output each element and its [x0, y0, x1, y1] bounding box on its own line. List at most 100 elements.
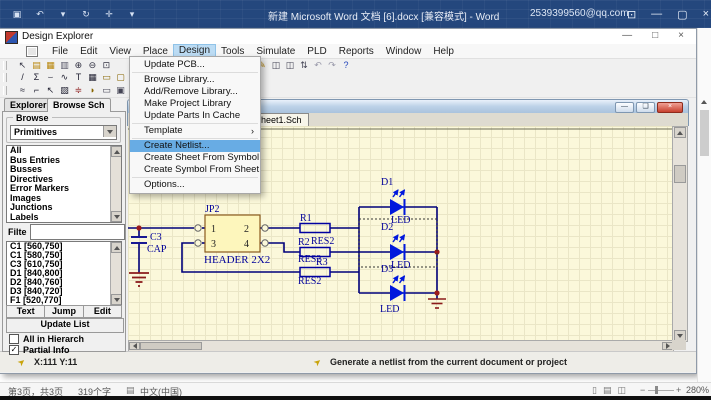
partial-info-checkbox[interactable]: ✓ Partial Info [9, 345, 70, 355]
menu-pld[interactable]: PLD [301, 45, 332, 58]
curve-tool-icon[interactable]: ∿ [57, 71, 71, 84]
ribbon-options-icon[interactable]: ⊡ [627, 8, 636, 21]
print-layout-icon[interactable]: ▤ [603, 385, 612, 396]
tab-explorer[interactable]: Explorer [4, 98, 53, 112]
rect-tool-icon[interactable]: ▭ [99, 71, 113, 84]
text-tool-icon[interactable]: T [71, 71, 85, 84]
jp2-ref-label[interactable]: JP2 [205, 204, 219, 215]
menu-item-template[interactable]: Template› [130, 125, 260, 137]
scroll-up-icon[interactable] [701, 100, 707, 104]
d2-type-label[interactable]: LED [391, 260, 410, 271]
pie-tool-icon[interactable]: ⌐ [29, 84, 43, 97]
maximize-icon[interactable]: □ [652, 30, 658, 41]
ground-tool-icon[interactable]: ≑ [71, 84, 85, 97]
zoom-level[interactable]: 280% [686, 385, 709, 395]
led-d3[interactable] [390, 276, 405, 301]
proofing-icon[interactable]: ▤ [126, 385, 135, 396]
ground-symbol-right[interactable] [428, 299, 446, 308]
menu-item-create-symbol-from-sheet[interactable]: Create Symbol From Sheet [130, 164, 260, 176]
undo-caret-icon[interactable]: ▾ [56, 8, 70, 21]
menu-item-add-remove-library[interactable]: Add/Remove Library... [130, 86, 260, 98]
ground-symbol-left[interactable] [129, 273, 149, 286]
r1-ref-label[interactable]: R1 [300, 213, 312, 224]
c3-ref-label[interactable]: C3 [150, 232, 162, 243]
d3-ref-label[interactable]: D3 [381, 264, 393, 275]
document-system-icon[interactable] [26, 46, 38, 57]
paste-array-icon[interactable]: ▨ [57, 84, 71, 97]
text-button[interactable]: Text [6, 305, 45, 318]
line-tool-icon[interactable]: / [15, 71, 29, 84]
menu-item-create-netlist[interactable]: Create Netlist... [130, 140, 260, 152]
led-d2[interactable] [390, 235, 405, 260]
image-tool-icon[interactable]: ▦ [85, 71, 99, 84]
redo-icon[interactable]: ↻ [79, 8, 93, 21]
menu-edit[interactable]: Edit [74, 45, 103, 58]
menu-item-make-project-library[interactable]: Make Project Library [130, 98, 260, 110]
scroll-up-icon[interactable] [111, 146, 122, 157]
close-icon[interactable]: × [703, 8, 709, 20]
minimize-icon[interactable]: — [615, 102, 634, 113]
node-tool-icon[interactable]: ◗ [85, 84, 99, 97]
all-in-hierarchy-checkbox[interactable]: All in Hierarch [9, 334, 84, 344]
zoom-in-button[interactable]: + [676, 385, 681, 395]
primitives-list[interactable]: C1 [560,750]C1 [580,750]C3 [610,750]D1 [… [6, 241, 122, 306]
d2-ref-label[interactable]: D2 [381, 222, 393, 233]
toolbar-grip[interactable] [3, 61, 7, 70]
primitive-item[interactable]: F1 [520,770] [7, 296, 121, 305]
round-rect-tool-icon[interactable]: ▢ [113, 71, 127, 84]
scrollbar-thumb[interactable] [674, 165, 686, 183]
combo-dropdown-button[interactable] [103, 126, 116, 137]
scroll-up-icon[interactable] [674, 127, 686, 138]
maximize-icon[interactable]: ❑ [636, 102, 655, 113]
filter-input[interactable] [30, 224, 125, 240]
d3-type-label[interactable]: LED [380, 304, 399, 315]
minimize-icon[interactable]: — [651, 8, 662, 20]
toolbar-grip[interactable] [3, 73, 7, 82]
scroll-down-icon[interactable] [111, 294, 122, 305]
d1-ref-label[interactable]: D1 [381, 177, 393, 188]
menu-item-browse-library[interactable]: Browse Library... [130, 74, 260, 86]
menu-item-update-pcb[interactable]: Update PCB... [130, 59, 260, 71]
menu-window[interactable]: Window [380, 45, 428, 58]
edit-button[interactable]: Edit [84, 305, 122, 318]
menu-item-options[interactable]: Options... [130, 179, 260, 191]
checkbox-box[interactable]: ✓ [9, 345, 19, 355]
jp2-type-label[interactable]: HEADER 2X2 [204, 254, 270, 266]
scroll-left-icon[interactable] [129, 342, 140, 350]
capacitor-c3[interactable] [131, 237, 147, 243]
r3-type-label[interactable]: RES2 [298, 276, 321, 287]
toolbar-grip[interactable] [3, 86, 7, 95]
arc-tool-icon[interactable]: ⌣ [43, 71, 57, 84]
app-titlebar[interactable]: Design Explorer —□× [0, 29, 696, 44]
web-layout-icon[interactable]: ◫ [617, 385, 626, 396]
restore-icon[interactable]: ▢ [677, 8, 687, 21]
filled-rect-tool-icon[interactable]: ▭ [99, 84, 113, 97]
list-scrollbar[interactable] [110, 146, 121, 222]
cursor-tool-icon[interactable]: ↖ [43, 84, 57, 97]
close-icon[interactable]: × [678, 30, 684, 41]
undo-icon[interactable]: ↶ [33, 8, 47, 21]
tab-browse-sch[interactable]: Browse Sch [47, 98, 111, 112]
menu-reports[interactable]: Reports [333, 45, 380, 58]
account-name[interactable]: 2539399560@qq.com [530, 8, 629, 19]
c3-type-label[interactable]: CAP [147, 244, 167, 255]
minimize-icon[interactable]: — [622, 30, 632, 41]
zoom-slider-track[interactable] [648, 390, 674, 391]
zoom-out-button[interactable]: − [640, 385, 645, 395]
primitive-type-list[interactable]: AllBus EntriesBussesDirectivesError Mark… [6, 145, 122, 223]
scroll-up-icon[interactable] [111, 242, 122, 253]
scroll-down-icon[interactable] [111, 211, 122, 222]
r3-ref-label[interactable]: R3 [316, 257, 328, 268]
r2-ref-label[interactable]: R2 [298, 237, 310, 248]
list-scrollbar[interactable] [110, 242, 121, 305]
close-icon[interactable]: × [657, 102, 683, 113]
zoom-slider-thumb[interactable] [655, 386, 658, 394]
update-list-button[interactable]: Update List [6, 318, 124, 333]
touch-mode-icon[interactable]: ✛ [102, 8, 116, 21]
save-icon[interactable]: ▣ [10, 8, 24, 21]
resistor-bodies[interactable] [300, 224, 330, 277]
read-mode-icon[interactable]: ▯ [592, 385, 597, 396]
primitive-type-item[interactable]: Labels [7, 213, 121, 223]
scrollbar-thumb[interactable] [700, 110, 709, 156]
checkbox-box[interactable] [9, 334, 19, 344]
